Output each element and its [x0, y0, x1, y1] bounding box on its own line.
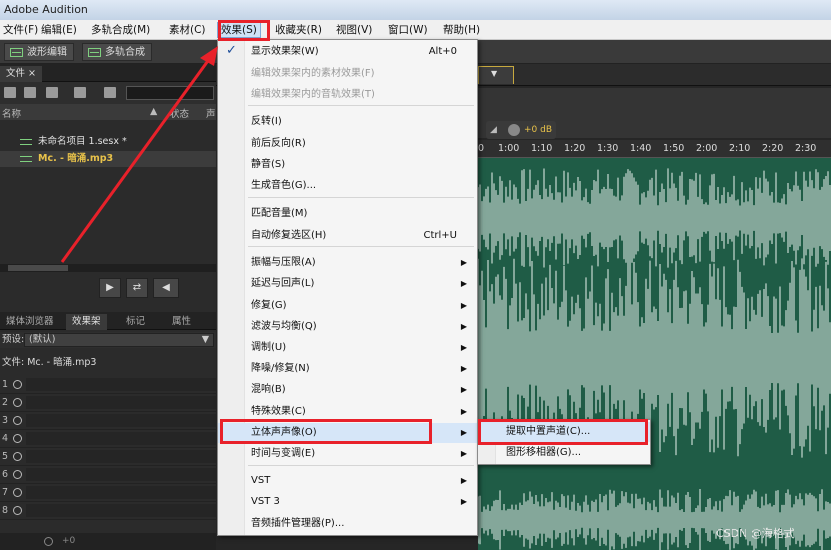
watermark: CSDN @海格式: [716, 527, 795, 540]
annotation-arrow: [60, 46, 218, 263]
